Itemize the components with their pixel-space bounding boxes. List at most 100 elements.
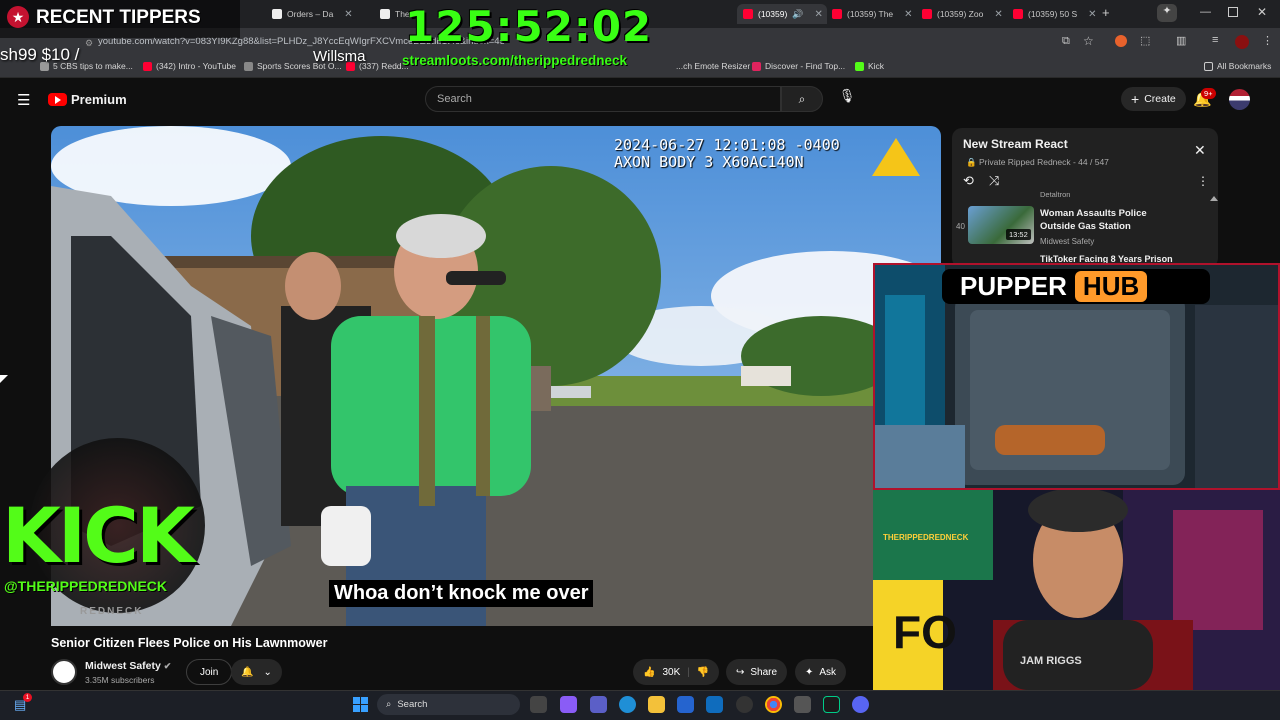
share-label: Share xyxy=(750,666,778,678)
like-count: 30K xyxy=(662,666,681,678)
scroll-up-icon[interactable] xyxy=(1210,196,1218,201)
speaker-icon[interactable]: 🔊 xyxy=(792,9,803,20)
browser-tab[interactable]: Orders – Da ✕ xyxy=(272,4,353,24)
youtube-logo[interactable]: Premium xyxy=(48,92,127,107)
shuffle-icon[interactable]: ⤨ xyxy=(989,173,999,189)
search-icon: ⌕ xyxy=(798,92,806,106)
obs-icon[interactable] xyxy=(736,696,753,713)
copilot-icon[interactable] xyxy=(560,696,577,713)
media-icon[interactable]: ≡ xyxy=(1212,34,1218,46)
bookmark-label: (342) Intro - YouTube xyxy=(156,61,237,71)
hub-text: HUB xyxy=(1074,271,1148,302)
kick-overlay: KICK @THERIPPEDREDNECK REDNECK xyxy=(0,438,240,628)
join-button[interactable]: Join xyxy=(186,659,233,685)
task-view-icon[interactable] xyxy=(530,696,547,713)
youtube-premium-label: Premium xyxy=(71,92,127,107)
taskbar-search[interactable]: ⌕ Search xyxy=(377,694,520,715)
verified-icon: ✔ xyxy=(163,661,172,671)
kick-logo-text: KICK xyxy=(2,491,195,580)
profile-avatar[interactable] xyxy=(1235,35,1249,49)
menu-kebab-icon[interactable]: ⋮ xyxy=(1262,34,1273,47)
ask-button[interactable]: ✦ Ask xyxy=(795,659,847,685)
notification-badge: 1 xyxy=(23,693,32,702)
search-button[interactable]: ⌕ xyxy=(781,86,823,112)
maximize-icon[interactable] xyxy=(1228,7,1238,17)
like-button[interactable]: 👍 30K | 👎 xyxy=(633,659,720,685)
install-icon[interactable]: ⧉ xyxy=(1062,35,1070,48)
bookmark[interactable]: (342) Intro - YouTube xyxy=(143,61,236,71)
timestamp-line: 2024-06-27 12:01:08 -0400 xyxy=(614,136,840,154)
bookmark-star-icon[interactable]: ☆ xyxy=(1083,34,1094,48)
channel-name[interactable]: Midwest Safety ✔ xyxy=(85,660,171,672)
hamburger-menu-icon[interactable]: ☰ xyxy=(17,91,30,109)
streamloots-url: streamloots.com/therippedredneck xyxy=(402,53,628,68)
playlist-meta-text: Private Ripped Redneck - 44 / 547 xyxy=(978,157,1109,167)
playlist-title[interactable]: New Stream React xyxy=(963,137,1068,151)
kick-emblem-text: REDNECK xyxy=(80,606,144,617)
prev-item-channel: Detaltron xyxy=(1040,190,1071,199)
browser-tab[interactable]: (10359) Zoo ✕ xyxy=(922,4,1003,24)
windows-taskbar xyxy=(0,690,1280,720)
sidebar-icon[interactable]: ▥ xyxy=(1176,34,1186,47)
bookmark-favicon-icon xyxy=(752,61,761,71)
kick-favicon-icon xyxy=(855,61,864,71)
close-icon[interactable]: ✕ xyxy=(815,9,823,20)
outlook-icon[interactable] xyxy=(706,696,723,713)
close-icon[interactable]: ✕ xyxy=(344,9,352,20)
browser-tab[interactable]: (10359) The ✕ xyxy=(832,4,913,24)
taskbar-search-label: Search xyxy=(397,699,428,710)
loop-icon[interactable]: ⟲ xyxy=(963,173,974,189)
teams-icon[interactable] xyxy=(590,696,607,713)
search-icon: ⌕ xyxy=(386,699,392,710)
thumbs-down-icon[interactable]: 👎 xyxy=(697,667,709,678)
discord-icon[interactable] xyxy=(852,696,869,713)
browser-tab[interactable]: (10359) 50 S ✕ xyxy=(1013,4,1097,24)
extension-star-icon[interactable]: ✦ xyxy=(1157,4,1177,22)
kick-handle: @THERIPPEDREDNECK xyxy=(4,578,168,594)
chrome-icon[interactable] xyxy=(765,696,782,713)
stream-deck-icon[interactable] xyxy=(823,696,840,713)
extension-icon[interactable] xyxy=(1115,35,1127,47)
bookmark-favicon-icon xyxy=(244,61,253,71)
subscribe-bell-button[interactable]: 🔔 ⌄ xyxy=(231,659,282,685)
create-button[interactable]: + Create xyxy=(1121,87,1186,111)
microphone-icon[interactable]: 🎙 xyxy=(836,88,858,110)
store-icon[interactable] xyxy=(677,696,694,713)
bookmark[interactable]: Kick xyxy=(855,61,884,71)
app-icon[interactable] xyxy=(794,696,811,713)
search-input[interactable]: Search xyxy=(425,86,781,112)
yellow-sign-text: FO xyxy=(893,606,957,658)
edge-icon[interactable] xyxy=(619,696,636,713)
start-windows-icon[interactable] xyxy=(353,697,368,712)
subathon-timer: 125:52:02 xyxy=(405,2,653,51)
video-title: Senior Citizen Flees Police on His Lawnm… xyxy=(51,636,328,650)
youtube-favicon-icon xyxy=(832,9,842,19)
browser-tab-active[interactable]: (10359) 🔊 ✕ xyxy=(737,4,827,24)
close-icon[interactable]: ✕ xyxy=(1088,9,1096,20)
minimize-icon[interactable]: — xyxy=(1200,6,1211,18)
bell-icon: 🔔 xyxy=(241,666,254,678)
axon-logo-icon xyxy=(872,138,920,176)
plus-icon: + xyxy=(1131,91,1140,107)
mouse-cursor-icon xyxy=(0,375,8,383)
file-explorer-icon[interactable] xyxy=(648,696,665,713)
bookmark[interactable]: Discover - Find Top... xyxy=(752,61,845,71)
share-button[interactable]: ↪ Share xyxy=(726,659,788,685)
bookmark[interactable]: ...ch Emote Resizer xyxy=(676,61,750,71)
playlist-item-title[interactable]: Woman Assaults Police Outside Gas Statio… xyxy=(1040,207,1180,233)
all-bookmarks[interactable]: All Bookmarks xyxy=(1204,61,1271,71)
tab-label: (10359) xyxy=(758,9,788,19)
account-avatar[interactable] xyxy=(1229,89,1250,110)
window-close-icon[interactable]: ✕ xyxy=(1257,5,1267,19)
channel-avatar[interactable] xyxy=(51,659,77,685)
site-info-icon[interactable]: ⚙ xyxy=(85,38,93,49)
new-tab-icon[interactable]: + xyxy=(1102,5,1110,20)
subscriber-count: 3.35M subscribers xyxy=(85,675,155,685)
close-icon[interactable]: ✕ xyxy=(994,9,1002,20)
close-playlist-icon[interactable]: ✕ xyxy=(1194,142,1206,159)
playlist-menu-icon[interactable]: ⋮ xyxy=(1197,174,1209,188)
close-icon[interactable]: ✕ xyxy=(904,9,912,20)
playlist-item-channel: Midwest Safety xyxy=(1040,237,1095,246)
puzzle-icon[interactable]: ⬚ xyxy=(1140,34,1150,47)
ask-label: Ask xyxy=(819,666,837,678)
